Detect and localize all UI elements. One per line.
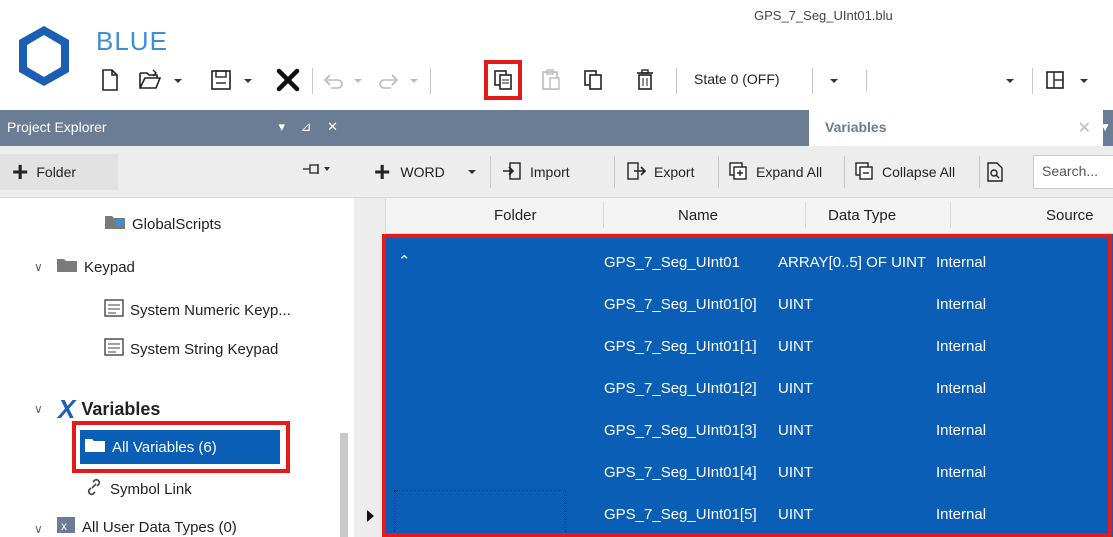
tree-item-label: Symbol Link [110,480,192,498]
export-button[interactable]: Export [626,156,694,188]
column-header-source[interactable]: Source [1046,207,1094,224]
expand-all-icon [728,161,748,184]
tree-item-keypad[interactable]: Keypad [56,257,135,277]
tree-item-variables[interactable]: X Variables [58,396,160,422]
chevron-down-icon[interactable]: ∨ [34,402,43,416]
layout-dropdown-icon[interactable] [1078,74,1090,86]
add-folder-button[interactable]: + Folder [0,154,118,190]
variables-x-icon: X [58,394,76,424]
collapse-all-button[interactable]: Collapse All [854,156,955,188]
state-dropdown-icon[interactable] [828,74,840,86]
project-explorer-toolbar: + Folder [0,146,354,198]
collapse-all-icon [854,161,874,184]
tree-item-numeric-keypad[interactable]: System Numeric Keyp... [104,299,291,321]
pin-dropdown-icon[interactable] [302,162,332,179]
paste-icon[interactable] [538,62,564,98]
tree-item-user-data-types[interactable]: x All User Data Types (0) [56,516,237,537]
export-icon [626,161,647,184]
tree-item-label: System String Keypad [130,340,279,358]
duplicate-icon[interactable] [580,62,606,98]
tree-item-label: System Numeric Keyp... [130,301,291,319]
variables-toolbar: + WORD Import Export Expand All Collapse… [354,146,1113,198]
tree-item-label: Variables [81,398,161,419]
project-explorer-header: Project Explorer ▾ ⊿ ✕ [0,110,354,146]
tab-variables-label: Variables [825,119,887,135]
tree-item-symbol-link[interactable]: Symbol Link [84,478,192,500]
redo-dropdown-icon[interactable] [408,74,420,86]
app-name: BLUE [96,26,168,56]
plus-icon: + [12,156,29,187]
save-icon[interactable] [208,62,234,98]
undo-icon[interactable] [322,62,346,98]
tree-item-string-keypad[interactable]: System String Keypad [104,338,278,360]
tree-item-globalscripts[interactable]: GlobalScripts [104,214,221,234]
expand-all-label: Expand All [756,164,823,180]
document-tab-bar: Variables ✕ ▼ [354,110,1113,146]
script-folder-icon [104,214,126,234]
save-dropdown-icon[interactable] [242,74,254,86]
tab-list-dropdown-icon[interactable]: ▼ [1099,120,1111,134]
svg-text:x: x [61,519,67,533]
state-selector[interactable]: State 0 (OFF) [694,71,780,87]
new-file-icon[interactable] [98,62,122,98]
chevron-down-icon[interactable]: ∨ [34,260,43,274]
keypad-screen-icon [104,338,124,360]
project-explorer-title: Project Explorer [7,119,107,135]
state-input[interactable] [866,70,1026,92]
chevron-down-icon[interactable]: ∨ [34,522,43,536]
tree-scrollbar-thumb[interactable] [340,433,348,537]
link-icon [84,478,104,500]
app-logo-icon [19,26,69,86]
project-tree: GlobalScripts ∨ Keypad System Numeric Ke… [0,198,354,537]
add-folder-label: Folder [36,164,77,180]
all-variables-highlight [72,421,290,473]
tree-item-label: GlobalScripts [132,215,222,233]
rows-highlight [382,234,1112,537]
column-header-data-type[interactable]: Data Type [828,207,896,224]
export-label: Export [654,164,695,180]
type-dropdown-icon[interactable] [466,156,478,188]
variables-grid: Folder Name Data Type Source ⌃ GPS_7_Seg… [354,198,1113,537]
import-icon [502,161,522,184]
import-button[interactable]: Import [502,156,570,188]
search-doc-icon[interactable] [986,156,1004,188]
folder-icon [56,257,78,277]
import-label: Import [530,164,570,180]
open-dropdown-icon[interactable] [172,74,184,86]
search-input[interactable]: Search... [1033,155,1113,189]
close-icon[interactable] [274,62,302,98]
data-type-icon: x [56,516,76,537]
current-row-pointer-icon [367,510,374,522]
tree-item-label: All User Data Types (0) [82,518,237,536]
tree-item-label: Keypad [84,258,135,276]
panel-controls-icon[interactable]: ▾ ⊿ ✕ [278,119,344,135]
expand-all-button[interactable]: Expand All [728,156,822,188]
close-tab-icon[interactable]: ✕ [1078,118,1091,138]
collapse-all-label: Collapse All [882,164,956,180]
keypad-screen-icon [104,299,124,321]
add-variable-type: WORD [400,164,445,180]
column-header-name[interactable]: Name [678,207,718,224]
add-variable-button[interactable]: + WORD [374,156,445,188]
main-toolbar: State 0 (OFF) [96,60,1113,102]
layout-icon[interactable] [1042,62,1068,98]
tab-variables[interactable]: Variables ✕ [809,110,1103,146]
copy-highlight [484,60,522,100]
title-bar: BLUE GPS_7_Seg_UInt01.blu State 0 (OFF) [0,0,1113,104]
grid-header: Folder Name Data Type Source [386,198,1113,234]
state-input-dropdown-icon[interactable] [1004,74,1016,86]
undo-dropdown-icon[interactable] [352,74,364,86]
redo-icon[interactable] [376,62,400,98]
open-icon[interactable] [136,62,164,98]
plus-icon: + [374,156,391,187]
column-header-folder[interactable]: Folder [494,207,537,224]
file-name: GPS_7_Seg_UInt01.blu [754,8,893,23]
delete-icon[interactable] [632,62,658,98]
